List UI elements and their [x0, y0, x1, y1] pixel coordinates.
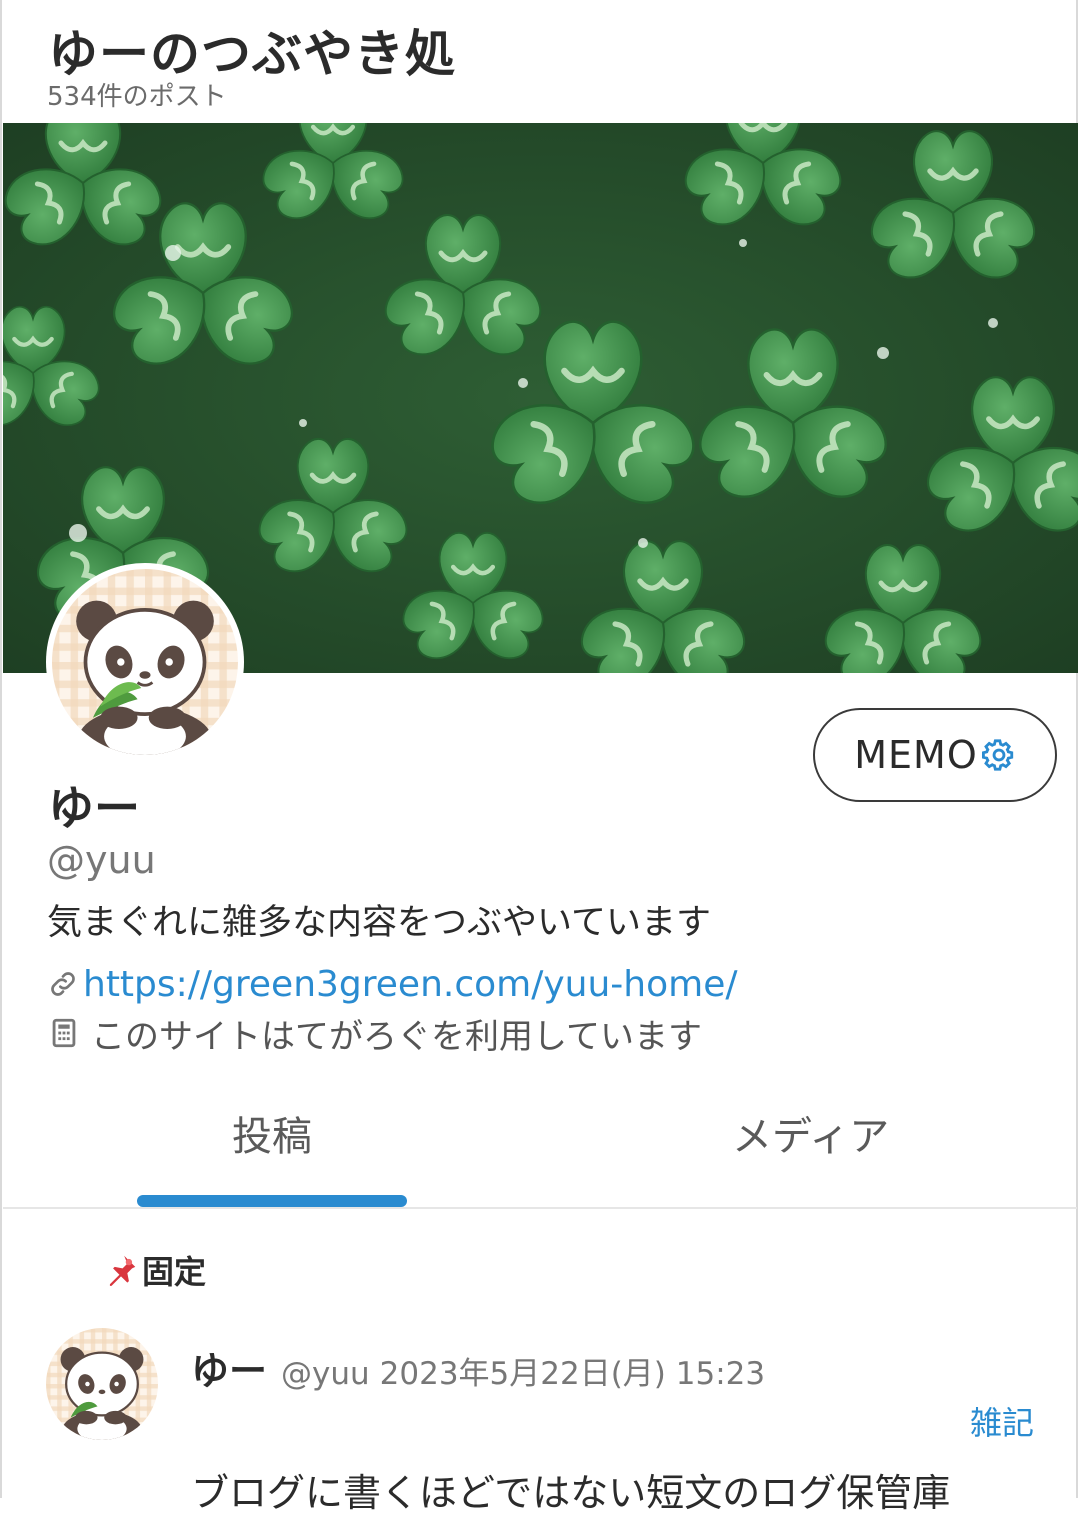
- post-meta: ゆー @yuu 2023年5月22日(月) 15:23: [191, 1340, 765, 1395]
- site-info-text: このサイトはてがろぐを利用しています: [91, 1016, 702, 1057]
- post-body: ブログに書くほどではない短文のログ保管庫: [191, 1471, 951, 1515]
- post-category-tag[interactable]: 雑記: [970, 1398, 1034, 1444]
- memo-label: MEMO: [854, 733, 978, 777]
- profile-name: ゆー: [48, 781, 140, 835]
- calculator-icon: [52, 1018, 76, 1048]
- memo-button[interactable]: MEMO: [813, 708, 1057, 802]
- profile-link-row: https://green3green.com/yuu-home/: [47, 961, 737, 1007]
- pushpin-icon: [109, 1255, 136, 1286]
- tab-posts[interactable]: 投稿: [232, 1104, 312, 1162]
- gear-icon: [981, 739, 1013, 771]
- profile-bio: 気まぐれに雑多な内容をつぶやいています: [47, 903, 711, 943]
- panda-icon: [46, 1328, 158, 1440]
- profile-url-link[interactable]: https://green3green.com/yuu-home/: [83, 964, 737, 1005]
- post-author-avatar[interactable]: [46, 1328, 158, 1440]
- active-tab-indicator: [137, 1195, 407, 1207]
- post-author-name[interactable]: ゆー: [191, 1340, 267, 1395]
- pinned-label: 固定: [142, 1253, 207, 1291]
- post-count: 534件のポスト: [47, 82, 227, 112]
- panda-icon: [52, 569, 238, 755]
- post-date[interactable]: 2023年5月22日(月) 15:23: [380, 1348, 765, 1393]
- tab-divider: [3, 1207, 1077, 1209]
- link-icon: [51, 972, 75, 996]
- tab-media[interactable]: メディア: [732, 1104, 889, 1162]
- profile-avatar[interactable]: [46, 563, 244, 761]
- pinned-label-row: 固定: [102, 1248, 206, 1292]
- post-author-handle[interactable]: @yuu: [281, 1356, 370, 1392]
- profile-handle: @yuu: [47, 838, 156, 882]
- site-info-row: このサイトはてがろぐを利用しています: [47, 1010, 702, 1057]
